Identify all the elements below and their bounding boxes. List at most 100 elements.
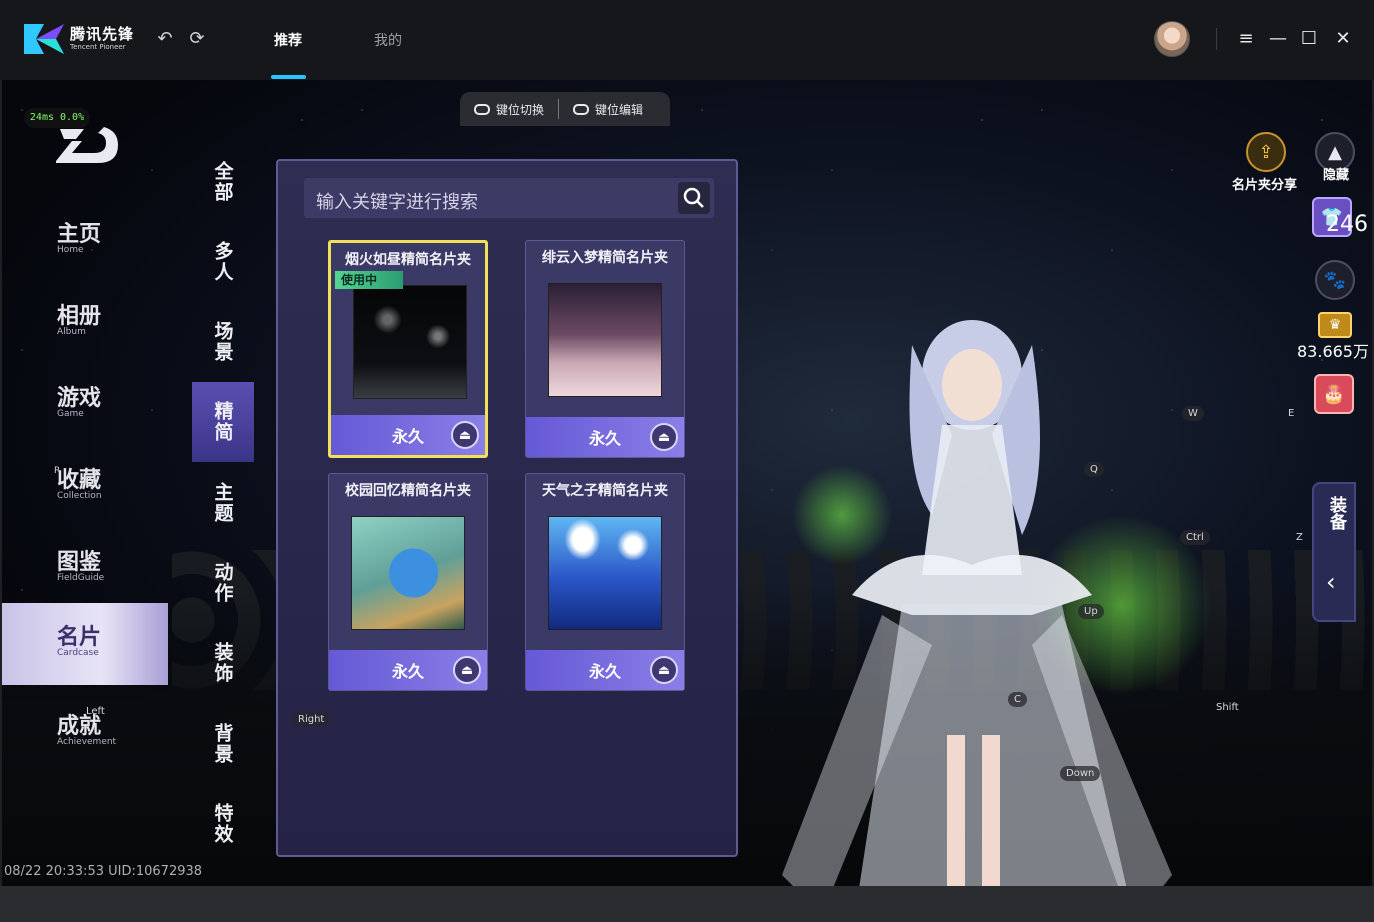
user-avatar[interactable] — [1154, 21, 1190, 57]
chevron-left-icon[interactable]: ‹ — [1326, 568, 1336, 596]
card-weather-child[interactable]: 天气之子精简名片夹 永久 ⏏ — [525, 473, 685, 691]
nav-album[interactable]: 相册 Album — [2, 282, 168, 364]
unequip-icon[interactable]: ⏏ — [650, 423, 678, 451]
category-background[interactable]: 背景 — [192, 704, 254, 784]
category-action-label: 动作 — [211, 562, 234, 604]
card-thumbnail-weather — [548, 516, 662, 630]
nav-home-sublabel: Home — [57, 245, 84, 255]
character-model[interactable] — [702, 315, 1262, 886]
key-hint-e: E — [1288, 408, 1295, 419]
key-switch-label: 键位切换 — [496, 102, 545, 117]
card-footer: 永久 ⏏ — [329, 650, 487, 690]
category-all[interactable]: 全部 — [192, 142, 254, 222]
nav-home[interactable]: 主页 Home — [2, 200, 168, 282]
category-decoration[interactable]: 装饰 — [192, 623, 254, 703]
category-scene[interactable]: 场景 — [192, 302, 254, 382]
unequip-icon[interactable]: ⏏ — [453, 656, 481, 684]
key-edit-label: 键位编辑 — [595, 102, 644, 117]
category-compact-label: 精简 — [211, 401, 234, 443]
card-thumbnail-campus — [351, 516, 465, 630]
game-logo-icon — [56, 127, 118, 163]
active-tab-indicator — [271, 75, 306, 79]
hide-label: 隐藏 — [1323, 168, 1350, 183]
app-name: 腾讯先锋 — [70, 25, 135, 43]
nav-fieldguide[interactable]: 图鉴 FieldGuide — [2, 528, 168, 610]
app-window: 腾讯先锋 Tencent Pioneer ↶ ⟳ 推荐 我的 ≡ — ☐ ✕ 键… — [0, 0, 1374, 922]
card-campus-memory[interactable]: 校园回忆精简名片夹 永久 ⏏ — [328, 473, 488, 691]
equipment-drawer[interactable]: 装备 ‹ — [1312, 482, 1356, 622]
category-scene-label: 场景 — [211, 321, 234, 363]
nav-collection-label: 收藏 — [57, 468, 102, 493]
nav-achievement-sublabel: Achievement — [57, 737, 117, 747]
unequip-icon[interactable]: ⏏ — [451, 421, 479, 449]
game-viewport[interactable]: 键位切换 键位编辑 24ms 0.0% 主页 Home 相册 Album 游戏 … — [2, 80, 1372, 886]
key-hint-r: R — [54, 466, 61, 476]
pet-icon[interactable]: 🐾 — [1315, 260, 1355, 300]
in-use-badge: 使用中 — [335, 271, 403, 289]
key-hint-q: Q — [1084, 462, 1104, 477]
equipment-drawer-label: 装备 — [1326, 496, 1346, 530]
maximize-icon[interactable]: ☐ — [1297, 26, 1321, 52]
key-hint-down: Down — [1060, 766, 1101, 781]
close-icon[interactable]: ✕ — [1331, 26, 1355, 52]
nav-cardcase-sublabel: Cardcase — [57, 648, 99, 658]
nav-cardcase[interactable]: 名片 Cardcase — [2, 603, 168, 685]
share-icon[interactable]: ⇪ — [1246, 132, 1286, 172]
card-duration: 永久 — [588, 662, 621, 681]
cardcase-panel: 输入关键字进行搜索 烟火如昼精简名片夹 使用中 永久 ⏏ 绯云入梦精简名片夹 永… — [276, 159, 738, 857]
nav-cardcase-label: 名片 — [57, 625, 102, 650]
category-action[interactable]: 动作 — [192, 543, 254, 623]
birthday-cake-icon[interactable]: 🎂 — [1314, 374, 1354, 414]
card-title: 绯云入梦精简名片夹 — [542, 250, 668, 266]
category-theme[interactable]: 主题 — [192, 463, 254, 543]
undo-icon[interactable]: ↶ — [154, 28, 176, 50]
card-thumbnail-fireworks — [353, 285, 467, 399]
nav-fieldguide-sublabel: FieldGuide — [57, 573, 105, 583]
card-crimson-cloud[interactable]: 绯云入梦精简名片夹 永久 ⏏ — [525, 240, 685, 458]
coin-balance: 83.665万 — [1297, 342, 1369, 361]
key-hint-right: Right — [292, 712, 331, 727]
category-compact[interactable]: 精简 — [192, 382, 254, 462]
key-toolbar: 键位切换 键位编辑 — [460, 92, 670, 126]
status-line: 08/22 20:33:53 UID:10672938 — [4, 864, 203, 879]
card-duration: 永久 — [391, 427, 424, 446]
card-duration: 永久 — [391, 662, 424, 681]
category-multi-label: 多人 — [211, 241, 234, 283]
search-icon — [683, 187, 704, 208]
outfit-count: 246 — [1326, 212, 1368, 237]
nav-fieldguide-label: 图鉴 — [57, 550, 102, 575]
menu-icon[interactable]: ≡ — [1234, 26, 1258, 52]
bottom-bar — [0, 886, 1374, 922]
app-logo: 腾讯先锋 Tencent Pioneer — [22, 20, 134, 58]
nav-collection[interactable]: 收藏 Collection R — [2, 446, 168, 528]
key-hint-left: Left — [86, 706, 105, 717]
category-decoration-label: 装饰 — [211, 642, 234, 684]
search-bar[interactable]: 输入关键字进行搜索 — [304, 178, 714, 218]
minimize-icon[interactable]: — — [1266, 26, 1290, 52]
search-input[interactable]: 输入关键字进行搜索 — [316, 188, 478, 214]
title-bar: 腾讯先锋 Tencent Pioneer ↶ ⟳ 推荐 我的 ≡ — ☐ ✕ — [0, 0, 1374, 80]
card-title: 天气之子精简名片夹 — [542, 483, 668, 499]
key-switch-button[interactable]: 键位切换 — [460, 101, 558, 118]
app-name-en: Tencent Pioneer — [70, 43, 126, 51]
category-background-label: 背景 — [211, 723, 234, 765]
tab-mine[interactable]: 我的 — [374, 30, 402, 50]
crown-icon[interactable]: ♛ — [1318, 312, 1352, 338]
category-all-label: 全部 — [211, 161, 234, 203]
search-button[interactable] — [678, 182, 710, 214]
card-fireworks[interactable]: 烟火如昼精简名片夹 使用中 永久 ⏏ — [328, 240, 488, 458]
tencent-pioneer-logo-icon — [24, 24, 64, 54]
category-multi[interactable]: 多人 — [192, 222, 254, 302]
divider — [1216, 28, 1217, 50]
tab-recommend[interactable]: 推荐 — [274, 30, 302, 50]
nav-achievement[interactable]: 成就 Achievement Left — [2, 692, 168, 774]
share-label: 名片夹分享 — [1232, 178, 1298, 193]
key-edit-button[interactable]: 键位编辑 — [559, 101, 657, 118]
card-footer: 永久 ⏏ — [331, 415, 485, 455]
unequip-icon[interactable]: ⏏ — [650, 656, 678, 684]
nav-game[interactable]: 游戏 Game — [2, 364, 168, 446]
card-duration: 永久 — [588, 429, 621, 448]
category-effect-label: 特效 — [211, 803, 234, 845]
category-effect[interactable]: 特效 — [192, 784, 254, 864]
refresh-icon[interactable]: ⟳ — [186, 28, 208, 50]
